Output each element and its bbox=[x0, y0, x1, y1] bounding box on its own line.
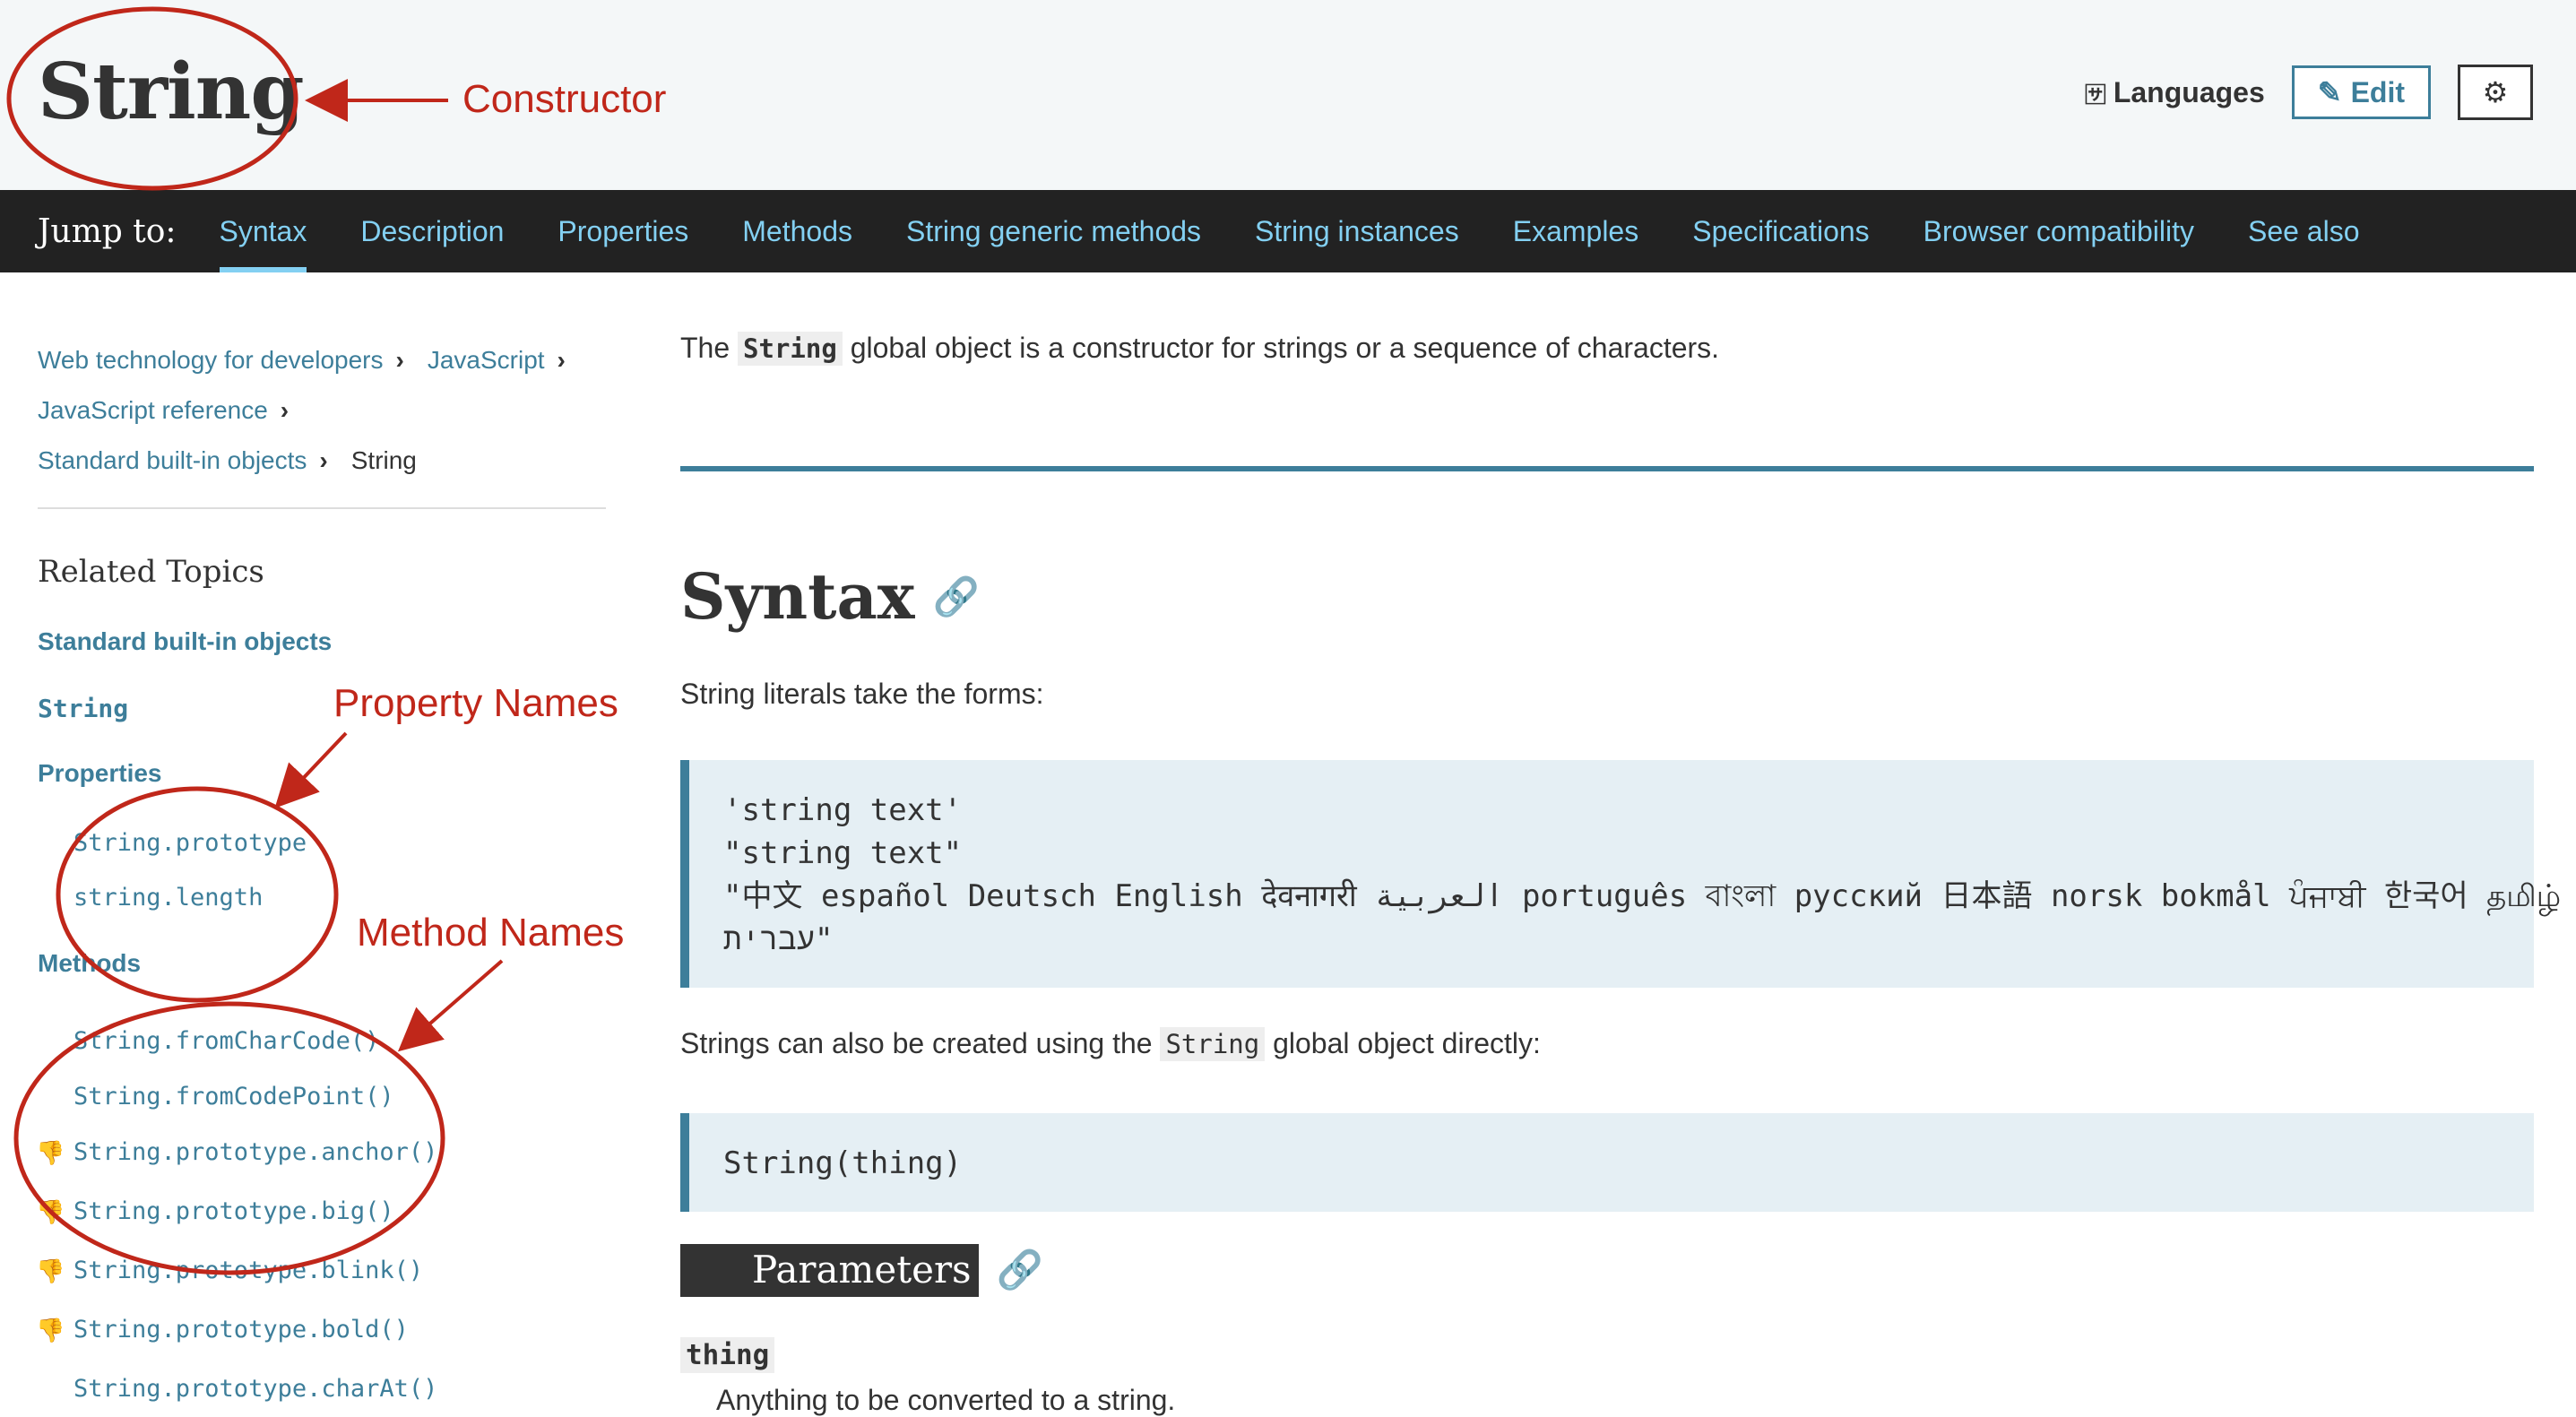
sidebar-link-fromcharcode[interactable]: String.fromCharCode() bbox=[73, 1014, 611, 1069]
parameter-name: thing bbox=[680, 1337, 775, 1373]
annotation-label-method-names: Method Names bbox=[357, 911, 625, 955]
code-block-literals: 'string text' "string text" "中文 español … bbox=[680, 760, 2562, 988]
sidebar-link-big[interactable]: String.prototype.big() bbox=[73, 1197, 394, 1225]
parameters-heading-text: Parameters bbox=[680, 1244, 979, 1297]
gear-icon: ⚙ bbox=[2482, 76, 2509, 108]
breadcrumb-current: String bbox=[350, 446, 417, 474]
annotation-label-property-names: Property Names bbox=[333, 681, 618, 725]
intro-text: The String global object is a constructo… bbox=[680, 332, 2534, 366]
jump-link-description[interactable]: Description bbox=[360, 190, 504, 272]
syntax-description: String literals take the forms: bbox=[680, 678, 1044, 710]
chevron-right-icon: › bbox=[280, 396, 290, 424]
breadcrumb: Web technology for developers › JavaScript… bbox=[38, 335, 611, 486]
chevron-right-icon: › bbox=[557, 346, 566, 374]
jump-to-label: Jump to: bbox=[38, 212, 177, 250]
edit-button[interactable]: ✎ Edit bbox=[2291, 65, 2431, 119]
syntax-heading: Syntax 🔗 bbox=[680, 559, 980, 634]
jump-link-specifications[interactable]: Specifications bbox=[1692, 190, 1869, 272]
syntax-heading-text: Syntax bbox=[680, 559, 915, 634]
sidebar-link-blink[interactable]: String.prototype.blink() bbox=[73, 1257, 423, 1284]
breadcrumb-link-js-reference[interactable]: JavaScript reference bbox=[38, 396, 268, 424]
direct-description: Strings can also be created using the St… bbox=[680, 1027, 1541, 1061]
jump-link-methods[interactable]: Methods bbox=[742, 190, 852, 272]
sidebar-link-charat[interactable]: String.prototype.charAt() bbox=[73, 1361, 611, 1417]
list-item: 👎 String.prototype.bold() bbox=[36, 1302, 611, 1361]
intro-text-part: global object is a constructor for strin… bbox=[842, 332, 1720, 364]
sidebar-link-builtin-objects[interactable]: Standard built-in objects bbox=[38, 627, 611, 656]
inline-code: String bbox=[1160, 1027, 1266, 1061]
thumbs-down-icon: 👎 bbox=[36, 1317, 65, 1344]
annotation-label-constructor: Constructor bbox=[462, 77, 667, 121]
chevron-right-icon: › bbox=[395, 346, 404, 374]
direct-text-part: Strings can also be created using the bbox=[680, 1027, 1161, 1059]
jump-link-string-instances[interactable]: String instances bbox=[1255, 190, 1459, 272]
jump-link-browser-compat[interactable]: Browser compatibility bbox=[1923, 190, 2194, 272]
parameter-description: Anything to be converted to a string. bbox=[716, 1384, 1176, 1416]
languages-button[interactable]: 🈂 Languages bbox=[2085, 76, 2265, 109]
sidebar: Web technology for developers › JavaScript… bbox=[36, 272, 611, 1417]
page-header: String 🈂 Languages ✎ Edit ⚙ bbox=[0, 0, 2576, 190]
link-icon[interactable]: 🔗 bbox=[997, 1249, 1043, 1292]
inline-code: String bbox=[738, 332, 843, 366]
code-line: עברית" bbox=[723, 921, 834, 957]
code-line: String(thing) bbox=[723, 1145, 963, 1181]
parameters-heading: Parameters 🔗 bbox=[680, 1244, 1043, 1297]
main-content: The String global object is a constructo… bbox=[680, 272, 2561, 1416]
intro-text-part: The bbox=[680, 332, 739, 364]
list-item: 👎 String.prototype.anchor() bbox=[36, 1125, 611, 1184]
sidebar-link-anchor[interactable]: String.prototype.anchor() bbox=[73, 1138, 437, 1166]
settings-button[interactable]: ⚙ bbox=[2458, 65, 2533, 120]
thumbs-down-icon: 👎 bbox=[36, 1257, 65, 1284]
sidebar-link-fromcodepoint[interactable]: String.fromCodePoint() bbox=[73, 1069, 611, 1125]
code-line: 'string text' bbox=[723, 792, 963, 828]
method-list: String.fromCharCode() String.fromCodePoi… bbox=[36, 1014, 611, 1417]
translate-icon: 🈂 bbox=[2084, 82, 2106, 108]
related-topics-list: Standard built-in objects String Propert… bbox=[36, 627, 611, 1417]
languages-label: Languages bbox=[2113, 75, 2265, 108]
breadcrumb-link-builtin-objects[interactable]: Standard built-in objects bbox=[38, 446, 307, 474]
direct-text-part: global object directly: bbox=[1265, 1027, 1541, 1059]
code-line: "string text" bbox=[723, 835, 963, 871]
link-icon[interactable]: 🔗 bbox=[933, 575, 980, 619]
thumbs-down-icon: 👎 bbox=[36, 1139, 65, 1166]
sidebar-link-bold[interactable]: String.prototype.bold() bbox=[73, 1316, 409, 1344]
pencil-icon: ✎ bbox=[2317, 76, 2342, 108]
sidebar-heading-properties[interactable]: Properties bbox=[38, 759, 611, 788]
jump-link-syntax[interactable]: Syntax bbox=[219, 190, 307, 272]
sidebar-divider bbox=[38, 507, 606, 509]
sidebar-link-string-prototype[interactable]: String.prototype bbox=[73, 829, 611, 857]
breadcrumb-link-javascript[interactable]: JavaScript bbox=[428, 346, 545, 374]
code-block-constructor: String(thing) bbox=[680, 1113, 2534, 1212]
chevron-right-icon: › bbox=[319, 446, 328, 474]
jump-link-properties[interactable]: Properties bbox=[558, 190, 688, 272]
jump-links: Syntax Description Properties Methods St… bbox=[219, 190, 2360, 272]
list-item: 👎 String.prototype.big() bbox=[36, 1184, 611, 1243]
jump-link-generic-methods[interactable]: String generic methods bbox=[906, 190, 1201, 272]
code-line: "中文 español Deutsch English देवनागरी الع… bbox=[723, 878, 2562, 914]
page-title: String bbox=[38, 47, 304, 137]
jump-to-bar: Jump to: Syntax Description Properties M… bbox=[0, 190, 2576, 272]
jump-link-see-also[interactable]: See also bbox=[2248, 190, 2360, 272]
section-divider bbox=[680, 466, 2534, 471]
header-actions: 🈂 Languages ✎ Edit ⚙ bbox=[2085, 65, 2533, 120]
sidebar-link-string-length[interactable]: string.length bbox=[73, 884, 611, 912]
edit-label: Edit bbox=[2350, 75, 2405, 108]
jump-link-examples[interactable]: Examples bbox=[1513, 190, 1639, 272]
list-item: 👎 String.prototype.blink() bbox=[36, 1243, 611, 1302]
related-topics-title: Related Topics bbox=[38, 554, 264, 590]
thumbs-down-icon: 👎 bbox=[36, 1198, 65, 1225]
breadcrumb-link-web-tech[interactable]: Web technology for developers bbox=[38, 346, 384, 374]
